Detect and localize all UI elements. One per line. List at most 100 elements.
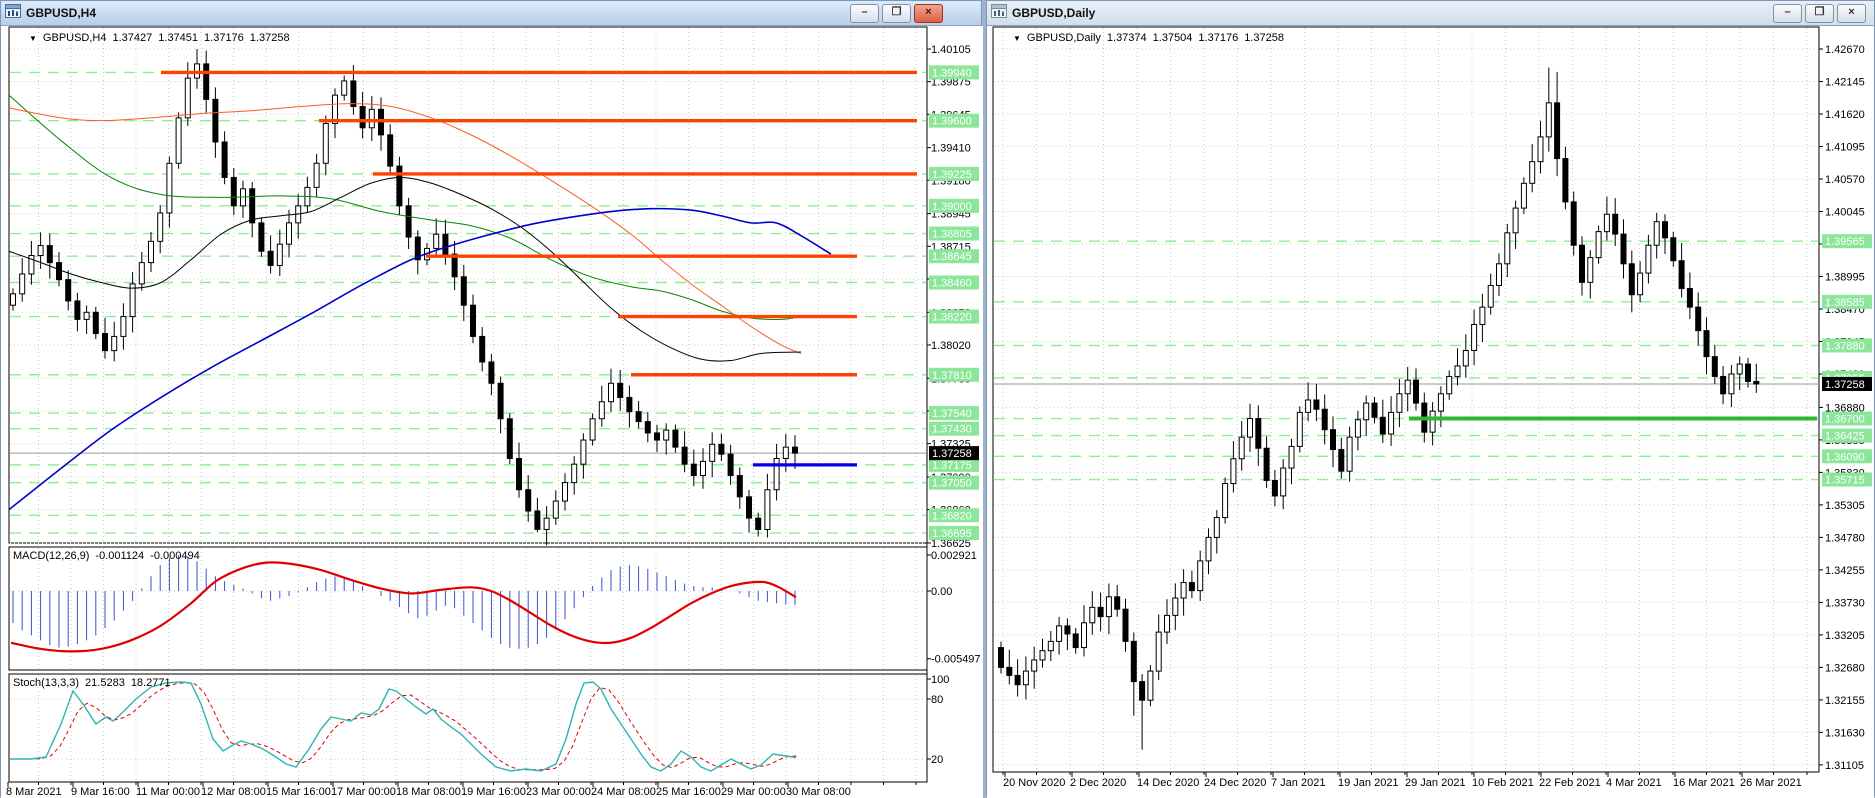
chart-window-gbpusd-daily[interactable]: GBPUSD,Daily – ❐ × 1.42670 1.42145 1.41620… bbox=[986, 0, 1875, 798]
price-axis-label: 80 bbox=[931, 694, 943, 706]
price-tag-label: 1.35715 bbox=[1825, 475, 1865, 487]
price-tag-label: 1.39600 bbox=[932, 116, 972, 128]
bear-candle bbox=[267, 250, 274, 266]
titlebar-left[interactable]: GBPUSD,H4 – ❐ × bbox=[1, 1, 981, 26]
bull-candle bbox=[1454, 365, 1461, 377]
bull-candle bbox=[1172, 597, 1179, 616]
bear-candle bbox=[1678, 260, 1685, 290]
bull-candle bbox=[1039, 650, 1046, 661]
chart-client-left[interactable]: 1.401051.398751.396451.394101.391801.389… bbox=[1, 26, 983, 798]
bull-candle bbox=[1446, 375, 1453, 395]
bull-candle bbox=[1520, 182, 1527, 209]
bull-candle bbox=[1587, 257, 1594, 283]
bear-candle bbox=[1620, 233, 1627, 265]
price-tag-label: 1.36695 bbox=[932, 528, 972, 540]
price-axis-label: 1.31630 bbox=[1825, 727, 1865, 739]
bull-candle bbox=[148, 240, 154, 264]
bear-candle bbox=[672, 429, 679, 448]
chart-canvas-daily[interactable]: 1.42670 1.42145 1.41620 1.41095 1.40570 1.400… bbox=[987, 26, 1874, 798]
maximize-button[interactable]: ❐ bbox=[882, 3, 911, 23]
time-axis-label: 2 Dec 2020 bbox=[1070, 777, 1126, 789]
chart-canvas-h4[interactable]: 1.401051.398751.396451.394101.391801.389… bbox=[1, 26, 983, 798]
bear-candle bbox=[470, 304, 476, 337]
bull-candle bbox=[368, 108, 375, 129]
bull-candle bbox=[1164, 614, 1170, 633]
bear-candle bbox=[74, 300, 81, 320]
bull-candle bbox=[1462, 349, 1469, 367]
bull-candle bbox=[1305, 399, 1312, 413]
time-axis-label: 10 Feb 2021 bbox=[1472, 777, 1534, 789]
bear-candle bbox=[1097, 606, 1104, 618]
minimize-button[interactable]: – bbox=[850, 3, 879, 23]
price-axis-label: 0.00 bbox=[931, 586, 952, 598]
bear-candle bbox=[516, 457, 522, 491]
bear-candle bbox=[396, 165, 403, 207]
bear-candle bbox=[1413, 379, 1419, 404]
bull-candle bbox=[1363, 402, 1370, 421]
chart-client-right[interactable]: 1.42670 1.42145 1.41620 1.41095 1.40570 1.400… bbox=[987, 26, 1874, 798]
titlebar-right[interactable]: GBPUSD,Daily – ❐ × bbox=[987, 1, 1874, 26]
price-axis-label: 1.41620 bbox=[1825, 109, 1865, 121]
bull-candle bbox=[589, 418, 596, 441]
bull-candle bbox=[1529, 161, 1536, 184]
price-axis-label: 1.34780 bbox=[1825, 532, 1865, 544]
price-axis-label: 1.39410 bbox=[931, 143, 971, 155]
price-tag-label: 1.39940 bbox=[932, 67, 972, 79]
bull-candle bbox=[19, 273, 26, 295]
bear-candle bbox=[1753, 380, 1760, 385]
bear-candle bbox=[442, 233, 449, 255]
bear-candle bbox=[1064, 625, 1071, 635]
bear-candle bbox=[1628, 263, 1635, 296]
price-axis-label: 1.42670 bbox=[1825, 44, 1865, 56]
price-axis[interactable]: 1.42670 1.42145 1.41620 1.41095 1.40570 1.400… bbox=[1819, 44, 1872, 772]
bear-candle bbox=[1188, 582, 1195, 592]
bear-candle bbox=[746, 496, 752, 519]
bear-candle bbox=[1695, 306, 1702, 332]
restore-button[interactable]: ❐ bbox=[1805, 3, 1834, 23]
price-tag-label: 1.37258 bbox=[932, 448, 972, 460]
bull-candle bbox=[1089, 606, 1096, 624]
bull-candle bbox=[598, 401, 605, 420]
bear-candle bbox=[1014, 674, 1021, 686]
bear-candle bbox=[1612, 213, 1619, 235]
bull-candle bbox=[166, 162, 173, 214]
bull-candle bbox=[1155, 631, 1162, 672]
time-axis-label: 25 Mar 16:00 bbox=[656, 786, 721, 798]
bull-candle bbox=[276, 243, 283, 266]
bear-candle bbox=[736, 475, 743, 498]
bear-candle bbox=[635, 411, 642, 423]
time-axis-label: 12 Mar 08:00 bbox=[201, 786, 266, 798]
bull-candle bbox=[286, 222, 292, 245]
bear-candle bbox=[1321, 408, 1328, 431]
price-axis-label: 1.33205 bbox=[1825, 630, 1865, 642]
price-axis-label: 1.33730 bbox=[1825, 597, 1865, 609]
time-axis-label: 9 Mar 16:00 bbox=[71, 786, 130, 798]
price-tag-label: 1.37050 bbox=[932, 478, 972, 490]
bull-candle bbox=[1047, 640, 1054, 652]
bear-candle bbox=[359, 105, 366, 129]
window-title: GBPUSD,Daily bbox=[1012, 6, 1096, 20]
price-axis-label: 1.38020 bbox=[931, 340, 971, 352]
bear-candle bbox=[230, 176, 237, 207]
bull-candle bbox=[433, 233, 440, 249]
chart-window-gbpusd-h4[interactable]: GBPUSD,H4 – ❐ × 1.401051.398751.396451.3… bbox=[0, 0, 983, 798]
bear-candle bbox=[1371, 402, 1378, 418]
bull-candle bbox=[111, 335, 118, 352]
price-axis-label: 1.40045 bbox=[1825, 206, 1865, 218]
close-button[interactable]: × bbox=[1837, 3, 1866, 23]
bull-candle bbox=[608, 382, 614, 403]
close-button[interactable]: × bbox=[914, 3, 943, 23]
bull-candle bbox=[1496, 263, 1502, 286]
bear-candle bbox=[221, 141, 228, 178]
bull-candle bbox=[1346, 436, 1353, 472]
bull-candle bbox=[1537, 136, 1544, 163]
price-tag-label: 1.37880 bbox=[1825, 341, 1865, 353]
price-axis-label: -0.005497 bbox=[931, 654, 981, 666]
bull-candle bbox=[1471, 323, 1478, 351]
price-axis-label: 1.35305 bbox=[1825, 500, 1865, 512]
bull-candle bbox=[552, 500, 559, 519]
time-axis-label: 22 Feb 2021 bbox=[1539, 777, 1601, 789]
minimize-button[interactable]: – bbox=[1773, 3, 1802, 23]
bear-candle bbox=[387, 134, 394, 167]
time-axis-label: 18 Mar 08:00 bbox=[396, 786, 461, 798]
